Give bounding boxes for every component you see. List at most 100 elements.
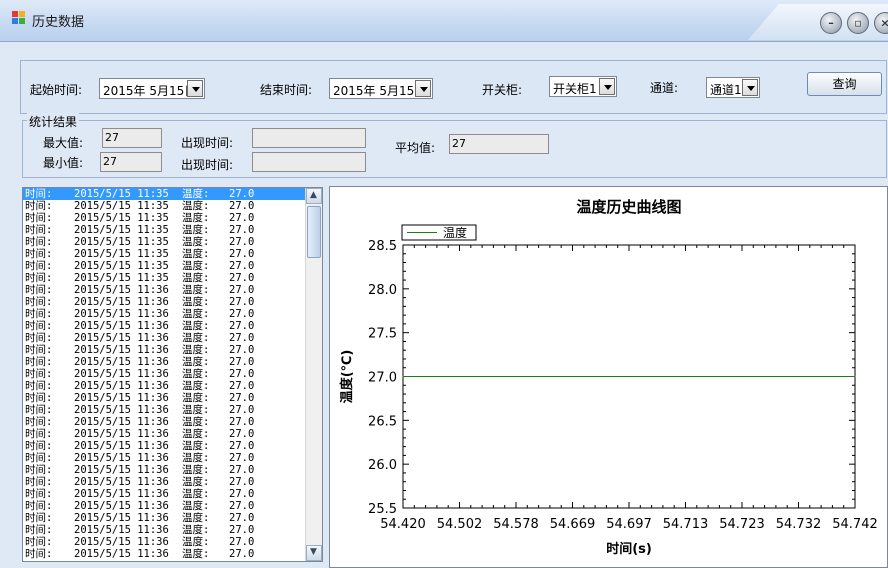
temp-label: 温度: — [182, 200, 210, 212]
list-item[interactable]: 时间: 2015/5/15 11:36 温度: 27.0 — [23, 476, 306, 488]
time-label: 时间: — [25, 452, 53, 464]
avg-value: 27 — [452, 137, 466, 150]
chevron-down-icon[interactable] — [415, 80, 431, 97]
channel-select[interactable]: 通道1 — [706, 77, 760, 98]
scroll-down-button[interactable]: ▼ — [306, 545, 322, 561]
list-item[interactable]: 时间: 2015/5/15 11:36 温度: 27.0 — [23, 524, 306, 536]
list-item[interactable]: 时间: 2015/5/15 11:35 温度: 27.0 — [23, 212, 306, 224]
list-item[interactable]: 时间: 2015/5/15 11:36 温度: 27.0 — [23, 392, 306, 404]
end-date-picker[interactable]: 2015年 5月15日 — [329, 78, 433, 99]
scroll-up-button[interactable]: ▲ — [306, 188, 322, 204]
record-temp: 27.0 — [229, 296, 255, 308]
scroll-thumb[interactable] — [307, 206, 321, 258]
temp-label: 温度: — [182, 428, 210, 440]
temp-label: 温度: — [182, 464, 210, 476]
x-tick-label: 54.697 — [606, 517, 652, 532]
list-item[interactable]: 时间: 2015/5/15 11:36 温度: 27.0 — [23, 356, 306, 368]
record-temp: 27.0 — [229, 368, 255, 380]
list-item[interactable]: 时间: 2015/5/15 11:36 温度: 27.0 — [23, 416, 306, 428]
list-item[interactable]: 时间: 2015/5/15 11:36 温度: 27.0 — [23, 488, 306, 500]
max-time-field[interactable] — [252, 128, 366, 148]
y-tick-label: 28.0 — [368, 283, 397, 298]
chevron-down-icon[interactable] — [187, 80, 203, 97]
list-item[interactable]: 时间: 2015/5/15 11:36 温度: 27.0 — [23, 284, 306, 296]
list-item[interactable]: 时间: 2015/5/15 11:35 温度: 27.0 — [23, 272, 306, 284]
max-value-field[interactable]: 27 — [102, 128, 162, 148]
time-label: 时间: — [25, 212, 53, 224]
list-item[interactable]: 时间: 2015/5/15 11:36 温度: 27.0 — [23, 404, 306, 416]
record-datetime: 2015/5/15 11:36 — [74, 296, 169, 308]
record-datetime: 2015/5/15 11:36 — [74, 392, 169, 404]
avg-value-field[interactable]: 27 — [449, 134, 549, 154]
x-tick-label: 54.742 — [832, 517, 878, 532]
list-item[interactable]: 时间: 2015/5/15 11:36 温度: 27.0 — [23, 464, 306, 476]
stats-group: 统计结果 最大值: 27 出现时间: 最小值: 27 出现时间: 平均值: 27 — [22, 113, 887, 178]
min-value: 27 — [103, 155, 117, 168]
record-temp: 27.0 — [229, 428, 255, 440]
series-point — [628, 375, 630, 378]
start-date-picker[interactable]: 2015年 5月15日 — [99, 78, 205, 99]
query-button[interactable]: 查询 — [807, 72, 882, 96]
list-item[interactable]: 时间: 2015/5/15 11:36 温度: 27.0 — [23, 320, 306, 332]
list-item[interactable]: 时间: 2015/5/15 11:36 温度: 27.0 — [23, 548, 306, 560]
record-datetime: 2015/5/15 11:35 — [74, 224, 169, 236]
record-temp: 27.0 — [229, 404, 255, 416]
record-datetime: 2015/5/15 11:36 — [74, 548, 169, 560]
minimize-button[interactable]: – — [820, 12, 842, 34]
list-item[interactable]: 时间: 2015/5/15 11:36 温度: 27.0 — [23, 296, 306, 308]
records-list[interactable]: 时间: 2015/5/15 11:35 温度: 27.0 时间: 2015/5/15 11… — [22, 187, 323, 562]
time-label: 时间: — [25, 224, 53, 236]
list-item[interactable]: 时间: 2015/5/15 11:35 温度: 27.0 — [23, 224, 306, 236]
y-tick-label: 27.0 — [368, 371, 397, 386]
list-item[interactable]: 时间: 2015/5/15 11:36 温度: 27.0 — [23, 428, 306, 440]
list-item[interactable]: 时间: 2015/5/15 11:36 温度: 27.0 — [23, 368, 306, 380]
record-temp: 27.0 — [229, 260, 255, 272]
record-temp: 27.0 — [229, 536, 255, 548]
list-scrollbar[interactable]: ▲ ▼ — [305, 188, 322, 561]
list-item[interactable]: 时间: 2015/5/15 11:36 温度: 27.0 — [23, 380, 306, 392]
list-item[interactable]: 时间: 2015/5/15 11:35 温度: 27.0 — [23, 248, 306, 260]
min-value-field[interactable]: 27 — [100, 152, 162, 172]
list-item[interactable]: 时间: 2015/5/15 11:35 温度: 27.0 — [23, 188, 306, 200]
list-item[interactable]: 时间: 2015/5/15 11:35 温度: 27.0 — [23, 236, 306, 248]
record-datetime: 2015/5/15 11:35 — [74, 200, 169, 212]
list-item[interactable]: 时间: 2015/5/15 11:36 温度: 27.0 — [23, 332, 306, 344]
series-point — [684, 375, 687, 378]
list-item[interactable]: 时间: 2015/5/15 11:36 温度: 27.0 — [23, 452, 306, 464]
record-temp: 27.0 — [229, 188, 255, 200]
temp-label: 温度: — [182, 344, 210, 356]
y-tick-label: 25.5 — [368, 502, 397, 517]
max-value: 27 — [105, 131, 119, 144]
list-item[interactable]: 时间: 2015/5/15 11:36 温度: 27.0 — [23, 512, 306, 524]
maximize-button[interactable]: ▫ — [847, 12, 869, 34]
time-label: 时间: — [25, 464, 53, 476]
time-label: 时间: — [25, 320, 53, 332]
list-item[interactable]: 时间: 2015/5/15 11:36 温度: 27.0 — [23, 500, 306, 512]
record-temp: 27.0 — [229, 248, 255, 260]
list-item[interactable]: 时间: 2015/5/15 11:36 温度: 27.0 — [23, 536, 306, 548]
chevron-down-icon[interactable] — [742, 79, 758, 96]
start-time-label: 起始时间: — [30, 83, 83, 97]
min-time-field[interactable] — [252, 152, 366, 172]
list-item[interactable]: 时间: 2015/5/15 11:36 温度: 27.0 — [23, 308, 306, 320]
list-item[interactable]: 时间: 2015/5/15 11:36 温度: 27.0 — [23, 440, 306, 452]
chevron-down-icon[interactable] — [599, 78, 615, 95]
time-label: 时间: — [25, 536, 53, 548]
list-item[interactable]: 时间: 2015/5/15 11:36 温度: 27.0 — [23, 344, 306, 356]
cabinet-select[interactable]: 开关柜1 — [549, 76, 617, 97]
time-label: 时间: — [25, 284, 53, 296]
chart-title: 温度历史曲线图 — [576, 198, 681, 216]
record-datetime: 2015/5/15 11:36 — [74, 284, 169, 296]
temp-label: 温度: — [182, 188, 210, 200]
x-tick-label: 54.578 — [493, 517, 539, 532]
chart-canvas: 温度历史曲线图 25.5 26.0 26.5 27.0 27.5 28.0 28.5 54.42… — [339, 198, 878, 557]
temp-label: 温度: — [182, 236, 210, 248]
query-panel: 起始时间: 2015年 5月15日 结束时间: 2015年 5月15日 开关柜:… — [20, 60, 887, 114]
time-label: 时间: — [25, 500, 53, 512]
temp-label: 温度: — [182, 272, 210, 284]
chevron-down-icon: ▼ — [310, 547, 317, 557]
list-item[interactable]: 时间: 2015/5/15 11:35 温度: 27.0 — [23, 260, 306, 272]
record-temp: 27.0 — [229, 440, 255, 452]
record-datetime: 2015/5/15 11:36 — [74, 524, 169, 536]
list-item[interactable]: 时间: 2015/5/15 11:35 温度: 27.0 — [23, 200, 306, 212]
